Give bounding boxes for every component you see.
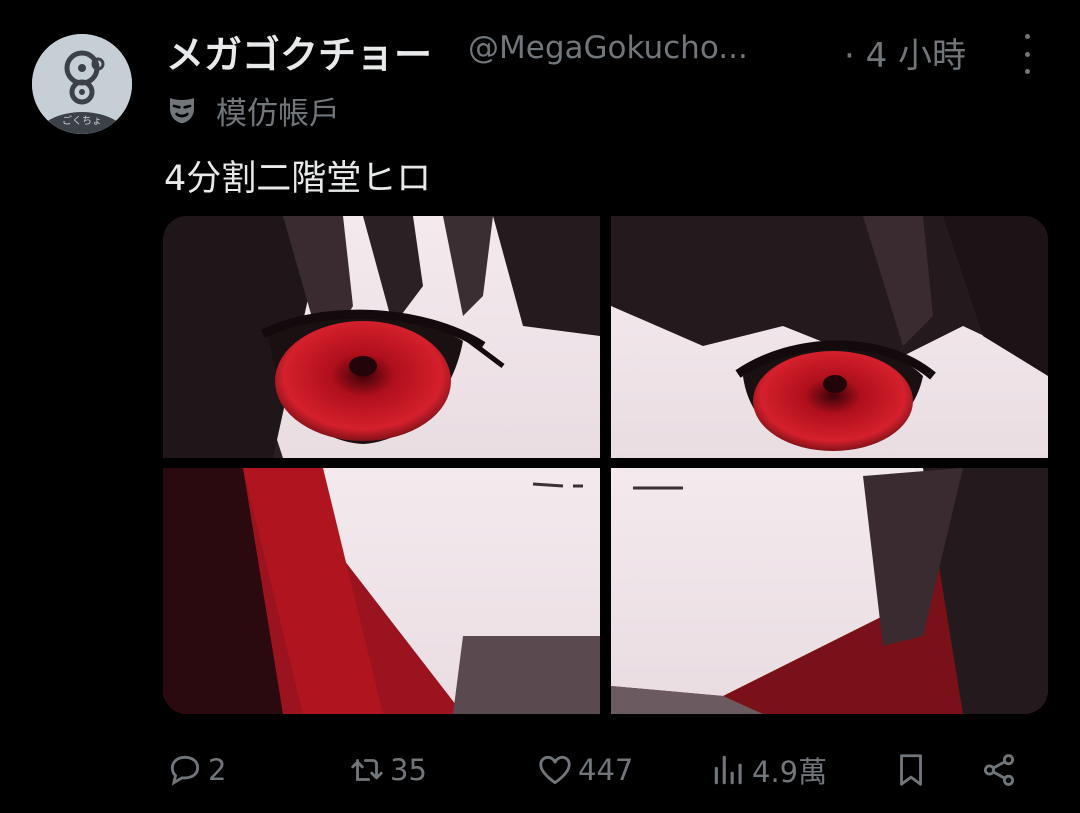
bookmark-button[interactable] [892, 742, 930, 798]
avatar-image: ごくちょ [32, 34, 132, 134]
media-quadrant-top-left [163, 216, 600, 458]
heart-icon [539, 755, 571, 785]
share-icon [983, 754, 1015, 786]
media-quadrant-top-right [611, 216, 1048, 458]
timestamp[interactable]: · 4 小時 [844, 28, 966, 77]
reply-button[interactable]: 2 [166, 742, 226, 798]
repost-icon [351, 759, 383, 781]
mask-icon [170, 98, 194, 124]
like-count: 447 [578, 753, 634, 787]
media-image [163, 216, 1048, 714]
share-button[interactable] [980, 742, 1018, 798]
tweet-text: 4分割二階堂ヒロ [164, 159, 432, 199]
avatar[interactable]: ごくちょ [32, 34, 132, 134]
tweet: ごくちょ メガゴクチョー @MegaGokucho... · 4 小時 模仿帳戶… [0, 0, 1080, 813]
reply-icon [170, 755, 200, 786]
repost-button[interactable]: 35 [348, 742, 427, 798]
views-icon [714, 755, 742, 785]
action-bar: 2 35 447 4.9萬 [166, 742, 1046, 798]
user-handle[interactable]: @MegaGokucho... [468, 30, 748, 66]
like-button[interactable]: 447 [536, 742, 633, 798]
media-quadrant-bottom-right [611, 468, 1048, 714]
parody-account-label: 模仿帳戶 [166, 88, 340, 132]
views-count: 4.9萬 [752, 755, 828, 789]
tweet-header: メガゴクチョー @MegaGokucho... · 4 小時 [166, 22, 1066, 82]
views-button[interactable]: 4.9萬 [710, 742, 827, 798]
display-name[interactable]: メガゴクチョー [166, 24, 432, 79]
avatar-text: ごくちょ [62, 114, 102, 127]
more-icon[interactable] [1012, 34, 1042, 74]
tweet-media[interactable] [163, 216, 1048, 714]
reply-count: 2 [208, 753, 227, 787]
parody-label-text: 模仿帳戶 [216, 95, 340, 132]
media-quadrant-bottom-left [163, 468, 600, 714]
repost-count: 35 [390, 753, 427, 787]
bookmark-icon [900, 754, 922, 786]
